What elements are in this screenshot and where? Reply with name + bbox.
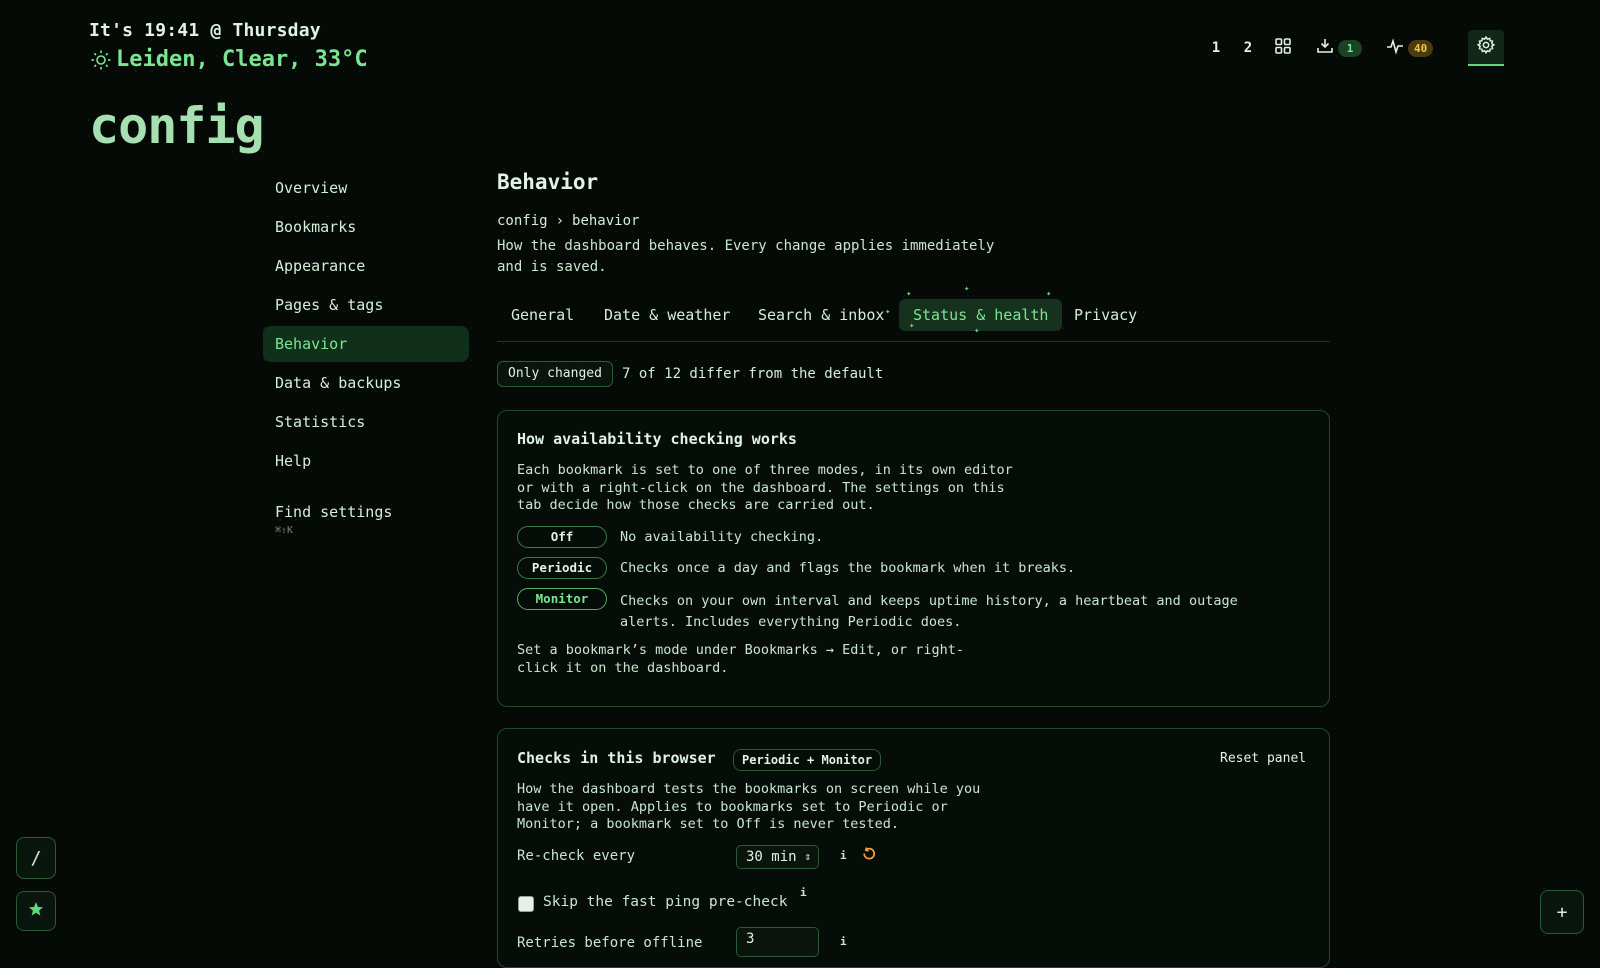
sidebar-item-overview[interactable]: Overview	[263, 170, 469, 206]
sidebar-item-help[interactable]: Help	[263, 443, 469, 479]
sparkle-decoration: ✦	[906, 289, 912, 299]
breadcrumb-root[interactable]: config	[497, 213, 548, 229]
card-title: How availability checking works	[517, 430, 797, 448]
inbox-count-badge: 1	[1338, 39, 1362, 57]
grid-icon	[1274, 37, 1292, 59]
breadcrumb-current: behavior	[572, 213, 640, 229]
clock-text: It's 19:41 @ Thursday	[89, 20, 321, 41]
inbox-button[interactable]: 1	[1316, 37, 1362, 59]
card-intro: Each bookmark is set to one of three mod…	[517, 462, 1013, 513]
health-button[interactable]: 40	[1386, 37, 1434, 59]
recheck-value: 30 min	[746, 849, 797, 865]
retries-input[interactable]: 3	[736, 927, 819, 957]
skip-ping-label: Skip the fast ping pre-check	[543, 894, 788, 910]
sidebar-item-bookmarks[interactable]: Bookmarks	[263, 209, 469, 245]
sidebar-item-pages-tags[interactable]: Pages & tags	[263, 287, 469, 323]
undo-icon	[861, 847, 877, 866]
reset-field-button[interactable]	[861, 846, 877, 866]
mode-description-monitor: Checks on your own interval and keeps up…	[620, 593, 1238, 630]
page-title: config	[89, 97, 265, 155]
tab-general[interactable]: General	[497, 299, 588, 331]
sidebar-item-behavior[interactable]: Behavior	[263, 326, 469, 362]
tab-date-weather[interactable]: Date & weather	[590, 299, 744, 331]
recheck-interval-select[interactable]: 30 min ⇕	[736, 845, 819, 869]
breadcrumb-separator: ›	[555, 213, 565, 229]
browser-checks-card: Checks in this browser Periodic + Monito…	[497, 728, 1330, 968]
find-settings-shortcut: ⌘⇧K	[275, 525, 294, 536]
retries-value: 3	[746, 931, 755, 947]
section-description: How the dashboard behaves. Every change …	[497, 238, 995, 275]
sparkle-decoration: ✦	[909, 321, 915, 331]
sidebar-item-data-backups[interactable]: Data & backups	[263, 365, 469, 401]
tab-status-health[interactable]: Status & health	[899, 299, 1063, 331]
command-slash-button[interactable]: /	[16, 837, 56, 879]
tab-bar: General Date & weather Search & inbox St…	[497, 284, 1330, 342]
sparkle-decoration: ✦	[885, 307, 891, 317]
mode-description-periodic: Checks once a day and flags the bookmark…	[620, 560, 1076, 576]
section-title: Behavior	[497, 170, 599, 194]
grid-button[interactable]	[1274, 37, 1292, 59]
sparkle-decoration: ✦	[964, 284, 970, 294]
info-icon[interactable]: i	[840, 935, 847, 948]
star-icon	[28, 901, 44, 922]
tab-search-inbox[interactable]: Search & inbox	[744, 299, 898, 331]
info-icon[interactable]: i	[840, 849, 847, 862]
inbox-tray-icon	[1316, 37, 1334, 59]
chevron-updown-icon: ⇕	[804, 850, 811, 863]
mode-tag: Periodic + Monitor	[733, 749, 882, 771]
sidebar-item-appearance[interactable]: Appearance	[263, 248, 469, 284]
add-button[interactable]: +	[1540, 890, 1584, 934]
mode-description-off: No availability checking.	[620, 529, 824, 545]
sparkle-decoration: ✦	[1046, 289, 1052, 299]
page-2-link[interactable]: 2	[1232, 40, 1264, 56]
top-nav: 1 2 1 40	[1200, 30, 1434, 66]
settings-button[interactable]	[1468, 30, 1504, 66]
sidebar-item-statistics[interactable]: Statistics	[263, 404, 469, 440]
heartbeat-icon	[1386, 37, 1404, 59]
gear-icon	[1476, 35, 1496, 59]
slash-label: /	[30, 847, 42, 869]
only-changed-toggle[interactable]: Only changed	[497, 361, 613, 387]
mode-pill-periodic: Periodic	[517, 557, 607, 579]
breadcrumb: config › behavior	[497, 213, 639, 229]
card-intro: How the dashboard tests the bookmarks on…	[517, 781, 981, 832]
tab-privacy[interactable]: Privacy	[1060, 299, 1151, 331]
card-title: Checks in this browser	[517, 749, 716, 767]
skip-ping-checkbox[interactable]	[518, 896, 534, 912]
find-settings-link[interactable]: Find settings	[275, 503, 392, 521]
mode-pill-monitor: Monitor	[517, 588, 607, 610]
mode-pill-off: Off	[517, 526, 607, 548]
sparkle-decoration: ✦	[974, 326, 980, 336]
info-icon[interactable]: i	[800, 886, 807, 899]
card-footer-text: Set a bookmark’s mode under Bookmarks → …	[517, 642, 965, 676]
plus-label: +	[1556, 901, 1568, 923]
recheck-label: Re-check every	[517, 848, 636, 864]
weather-text: Leiden, Clear, 33°C	[116, 47, 368, 72]
sun-icon	[90, 49, 112, 71]
page-1-link[interactable]: 1	[1200, 40, 1232, 56]
weather: Leiden, Clear, 33°C	[90, 47, 368, 72]
retries-label: Retries before offline	[517, 935, 703, 951]
changed-count-note: 7 of 12 differ from the default	[622, 366, 884, 382]
reset-panel-button[interactable]: Reset panel	[1220, 751, 1306, 766]
favorites-button[interactable]	[16, 891, 56, 931]
health-count-badge: 40	[1408, 39, 1434, 57]
availability-info-card: How availability checking works Each boo…	[497, 410, 1330, 707]
